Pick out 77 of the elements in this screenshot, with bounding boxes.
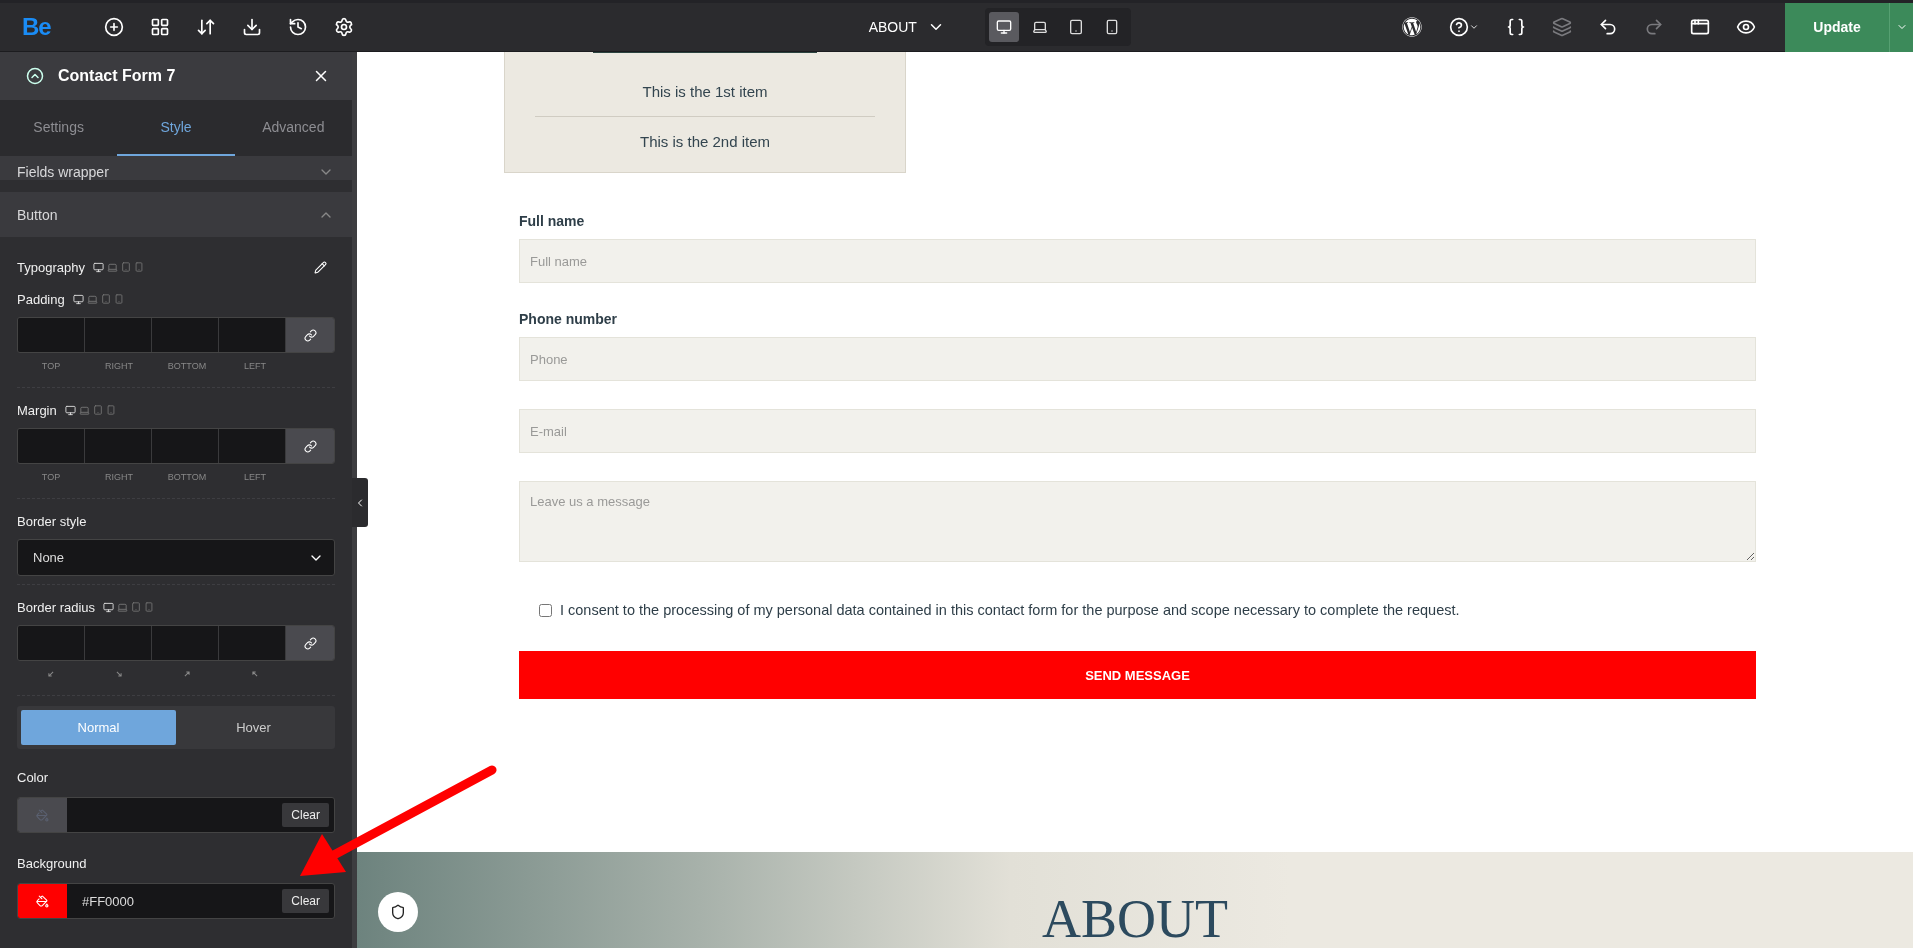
device-icons[interactable] (92, 261, 144, 273)
collapse-handle[interactable] (352, 478, 368, 527)
side-label: RIGHT (104, 361, 134, 371)
layers-icon[interactable] (1551, 16, 1573, 38)
hero-title: ABOUT (1042, 892, 1228, 946)
paint-bucket-icon (36, 808, 49, 822)
paint-bucket-icon (36, 894, 49, 908)
field-label: Border style (17, 513, 87, 529)
link-button[interactable] (286, 626, 334, 660)
link-icon (303, 439, 317, 453)
input-field[interactable] (18, 626, 85, 660)
add-icon[interactable] (102, 16, 125, 38)
input-field[interactable] (85, 626, 152, 660)
send-button[interactable]: SEND MESSAGE (519, 651, 1756, 699)
field-label: Padding (17, 291, 65, 307)
field-label: Color (17, 769, 49, 785)
link-icon (303, 328, 317, 342)
input-field[interactable] (219, 429, 286, 463)
shield-icon (390, 904, 406, 920)
field-label: Margin (17, 402, 57, 418)
side-label: TOP (40, 472, 62, 482)
state-tab[interactable]: Hover (176, 710, 331, 745)
side-label: BOTTOM (166, 472, 208, 482)
color-value: #FF0000 (82, 893, 135, 909)
panel-title: Contact Form 7 (58, 67, 177, 85)
side-label: RIGHT (104, 472, 134, 482)
device-icons[interactable] (72, 293, 124, 305)
side-label: LEFT (243, 361, 267, 371)
input-field[interactable] (152, 318, 219, 352)
device-icons[interactable] (64, 404, 116, 416)
input-field[interactable] (85, 318, 152, 352)
clear-button[interactable]: Clear (282, 803, 329, 827)
input-field[interactable] (18, 318, 85, 352)
input-field[interactable] (18, 429, 85, 463)
logo[interactable]: Be (22, 13, 51, 41)
side-label: LEFT (243, 472, 267, 482)
color-field[interactable]: Clear (17, 797, 335, 833)
device-button[interactable] (988, 12, 1019, 42)
list-item: This is the 2nd item (535, 116, 875, 150)
input-field[interactable] (85, 429, 152, 463)
edit-icon[interactable] (314, 260, 327, 274)
list-item: This is the 1st item (641, 83, 769, 102)
panel-tab[interactable]: Advanced (234, 100, 352, 156)
input-field[interactable] (219, 318, 286, 352)
panel-tab[interactable]: Settings (0, 100, 118, 156)
section-header[interactable]: Button (0, 192, 352, 237)
link-button[interactable] (286, 429, 334, 463)
consent-text: I consent to the processing of my personal data contained in this contact form for the purpose and scope necessary to complete the request. (560, 602, 1460, 618)
link-button[interactable] (286, 318, 334, 352)
color-field[interactable]: #FF0000 Clear (17, 883, 335, 919)
update-button[interactable]: Update (1785, 2, 1889, 52)
tablet-icon (1067, 19, 1084, 35)
message-field[interactable]: Leave us a message (519, 481, 1756, 562)
consent-checkbox[interactable] (539, 603, 552, 617)
field-label: Phone number (519, 311, 618, 327)
css-braces-icon[interactable] (1505, 16, 1527, 38)
laptop-icon (1031, 19, 1048, 35)
section-header[interactable]: Fields wrapper (0, 156, 352, 180)
page-selector[interactable]: ABOUT (862, 17, 951, 37)
input-field[interactable] (219, 626, 286, 660)
field-label: Full name (519, 213, 586, 229)
field-label: Typography (17, 259, 85, 275)
side-label: BOTTOM (166, 361, 208, 371)
field-label: Background (17, 855, 87, 871)
color-swatch[interactable] (18, 798, 67, 832)
field-label: Border radius (17, 599, 96, 615)
color-swatch[interactable] (18, 884, 67, 918)
input-field[interactable] (152, 626, 219, 660)
wordpress-icon[interactable] (1401, 16, 1423, 38)
device-icons[interactable] (103, 601, 155, 613)
widget-icon (26, 67, 44, 85)
border-style-select[interactable]: None (17, 539, 335, 576)
clear-button[interactable]: Clear (282, 889, 329, 913)
desktop-icon (995, 19, 1012, 35)
input-field[interactable] (152, 429, 219, 463)
side-label: TOP (40, 361, 62, 371)
link-icon (303, 636, 317, 650)
